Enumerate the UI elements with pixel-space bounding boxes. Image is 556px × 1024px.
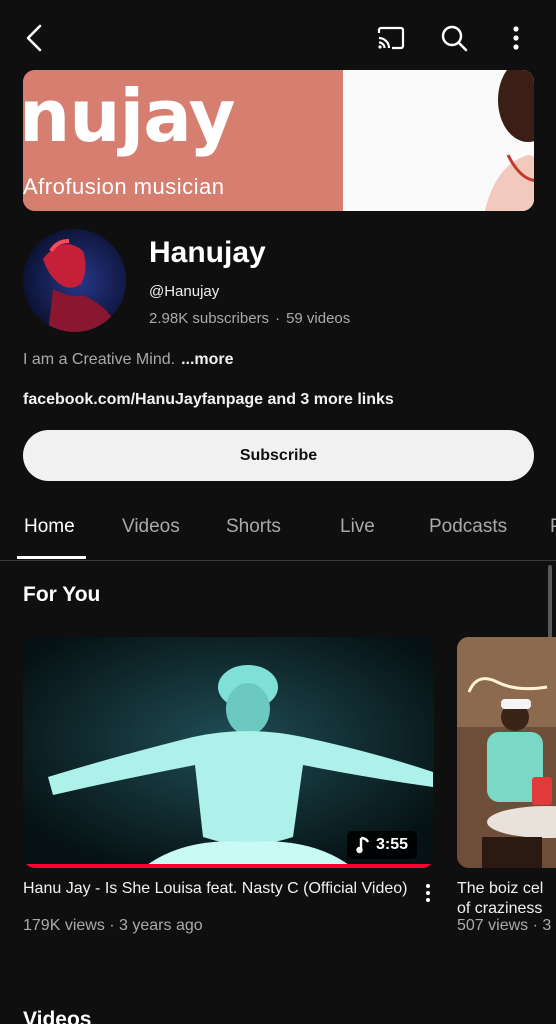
video-count: 59 videos [286, 310, 351, 327]
more-link[interactable]: ...more [181, 351, 233, 368]
subscribe-button[interactable]: Subscribe [23, 430, 534, 481]
watch-progress-bar [23, 864, 434, 868]
banner-name-text: nujay [23, 74, 235, 158]
search-icon[interactable] [434, 18, 474, 58]
duration-badge: 3:55 [347, 831, 418, 859]
channel-banner: nujay Afrofusion musician [23, 70, 534, 211]
banner-portrait-image [484, 70, 534, 211]
more-vert-icon[interactable] [496, 18, 536, 58]
section-title-for-you: For You [23, 583, 101, 606]
channel-handle: @Hanujay [149, 283, 220, 300]
channel-name: Hanujay [149, 236, 266, 269]
description-text: I am a Creative Mind. [23, 351, 176, 368]
channel-links[interactable]: facebook.com/HanuJayfanpage and 3 more l… [23, 391, 394, 409]
video-title-2[interactable]: The boiz cel of craziness [457, 879, 556, 919]
avatar[interactable] [23, 229, 126, 332]
video-title-2-line1: The boiz cel [457, 880, 544, 897]
tab-podcasts[interactable]: Podcasts [429, 516, 507, 538]
video-meta-2: 507 views · 3 [457, 917, 552, 934]
stats-separator: · [275, 310, 281, 327]
video-meta: 179K views · 3 years ago [23, 917, 203, 934]
video-thumbnail-2[interactable] [457, 637, 556, 868]
channel-description[interactable]: I am a Creative Mind. ...more [23, 351, 234, 369]
active-tab-indicator [17, 556, 86, 559]
thumbnail-image-2 [457, 637, 556, 868]
tab-videos[interactable]: Videos [122, 516, 180, 538]
section-title-videos: Videos [23, 1008, 92, 1024]
top-bar [0, 0, 556, 70]
video-title-2-line2: of craziness [457, 900, 543, 917]
channel-tabs: Home Videos Shorts Live Podcasts P [0, 500, 556, 561]
music-note-icon [356, 836, 370, 854]
tab-live[interactable]: Live [340, 516, 375, 538]
subscriber-count: 2.98K subscribers [149, 310, 270, 327]
channel-stats: 2.98K subscribers · 59 videos [149, 310, 350, 327]
tab-partial[interactable]: P [550, 516, 556, 538]
banner-tagline: Afrofusion musician [23, 174, 225, 199]
video-title[interactable]: Hanu Jay - Is She Louisa feat. Nasty C (… [23, 879, 418, 899]
duration-text: 3:55 [376, 836, 409, 853]
video-menu-icon[interactable] [418, 880, 438, 906]
tab-home[interactable]: Home [24, 516, 75, 538]
cast-icon[interactable] [371, 18, 411, 58]
chevron-left-icon[interactable] [14, 18, 54, 58]
tab-shorts[interactable]: Shorts [226, 516, 281, 538]
